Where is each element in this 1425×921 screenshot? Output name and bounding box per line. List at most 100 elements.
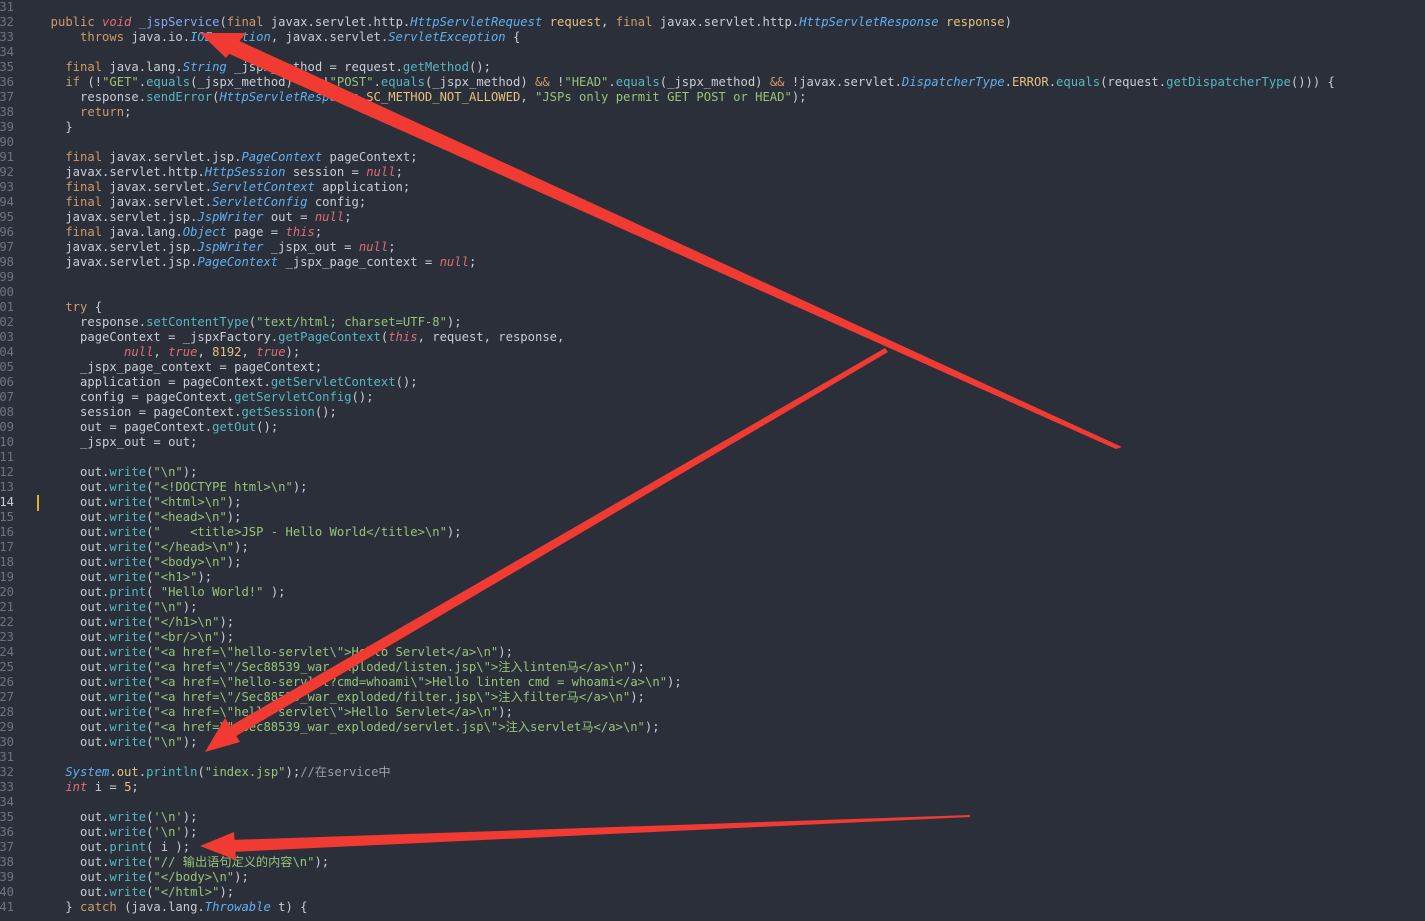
code-line[interactable]: 20 out.print( "Hello World!" ); [0, 585, 1425, 600]
code-editor[interactable]: 31 32 public void _jspService(final javax… [0, 0, 1425, 921]
code-token: javax.servlet.http. [659, 15, 800, 29]
code-line[interactable]: 35 out.write('\n'); [0, 810, 1425, 825]
code-token: out. [36, 675, 110, 689]
code-line[interactable]: 38 out.write("// 输出语句定义的内容\n"); [0, 855, 1425, 870]
code-line[interactable]: 19 out.write("<h1>"); [0, 570, 1425, 585]
code-text: int i = 5; [36, 780, 138, 795]
code-token: HttpServletResponse [219, 90, 359, 104]
code-line[interactable]: 15 out.write("<head>\n"); [0, 510, 1425, 525]
code-line[interactable]: 96 final java.lang.Object page = this; [0, 225, 1425, 240]
code-token: java.io. [131, 30, 191, 44]
code-line[interactable]: 36 out.write('\n'); [0, 825, 1425, 840]
code-line[interactable]: 38 return; [0, 105, 1425, 120]
code-line[interactable]: 13 out.write("<!DOCTYPE html>\n"); [0, 480, 1425, 495]
code-line[interactable]: 17 out.write("</head>\n"); [0, 540, 1425, 555]
code-token: write [109, 615, 147, 629]
code-line[interactable]: 07 config = pageContext.getServletConfig… [0, 390, 1425, 405]
code-line[interactable]: 97 javax.servlet.jsp.JspWriter _jspx_out… [0, 240, 1425, 255]
code-token: this [388, 330, 418, 344]
code-line[interactable]: 92 javax.servlet.http.HttpSession sessio… [0, 165, 1425, 180]
code-line[interactable]: 93 final javax.servlet.ServletContext ap… [0, 180, 1425, 195]
code-line[interactable]: 11 [0, 450, 1425, 465]
code-token: ); [226, 555, 242, 569]
code-line[interactable]: 31 [0, 0, 1425, 15]
code-line[interactable]: 29 out.write("<a href=\"/Sec88539_war_ex… [0, 720, 1425, 735]
code-token: "<br/>\n" [153, 630, 220, 644]
code-line[interactable]: 37 response.sendError(HttpServletRespons… [0, 90, 1425, 105]
code-line[interactable]: 10 _jspx_out = out; [0, 435, 1425, 450]
line-number: 34 [0, 795, 14, 809]
code-line[interactable]: 40 out.write("</html>"); [0, 885, 1425, 900]
code-line[interactable]: 01 try { [0, 300, 1425, 315]
code-token: write [109, 510, 147, 524]
code-token: null [366, 165, 396, 179]
code-token: "<html>\n" [153, 495, 227, 509]
code-line[interactable]: 99 [0, 270, 1425, 285]
code-line[interactable]: 95 javax.servlet.jsp.JspWriter out = nul… [0, 210, 1425, 225]
code-line[interactable]: 31 [0, 750, 1425, 765]
code-line[interactable]: 25 out.write("<a href=\"/Sec88539_war_ex… [0, 660, 1425, 675]
code-line[interactable]: 18 out.write("<body>\n"); [0, 555, 1425, 570]
code-token: "<body>\n" [153, 555, 227, 569]
code-line[interactable]: 06 application = pageContext.getServletC… [0, 375, 1425, 390]
code-line[interactable]: 27 out.write("<a href=\"/Sec88539_war_ex… [0, 690, 1425, 705]
code-token: "<a href=\"hello-servlet?cmd=whoami\">He… [153, 675, 668, 689]
line-number: 14 [0, 495, 14, 509]
code-line[interactable]: 32 public void _jspService(final javax.s… [0, 15, 1425, 30]
code-line[interactable]: 14 out.write("<html>\n"); [0, 495, 1425, 510]
code-line[interactable]: 12 out.write("\n"); [0, 465, 1425, 480]
code-line[interactable]: 39 } [0, 120, 1425, 135]
code-line[interactable]: 35 final java.lang.String _jspx_method =… [0, 60, 1425, 75]
code-text: final java.lang.Object page = this; [36, 225, 322, 240]
code-line[interactable]: 09 out = pageContext.getOut(); [0, 420, 1425, 435]
code-line[interactable]: 04 null, true, 8192, true); [0, 345, 1425, 360]
code-line[interactable]: 03 pageContext = _jspxFactory.getPageCon… [0, 330, 1425, 345]
code-token: ); [182, 810, 198, 824]
code-line[interactable]: 02 response.setContentType("text/html; c… [0, 315, 1425, 330]
code-line[interactable]: 37 out.print( i ); [0, 840, 1425, 855]
code-text: out.write('\n'); [36, 810, 197, 825]
code-line[interactable]: 30 out.write("\n"); [0, 735, 1425, 750]
code-text: out.write("</head>\n"); [36, 540, 249, 555]
code-token: equals [380, 75, 425, 89]
code-line[interactable]: 26 out.write("<a href=\"hello-servlet?cm… [0, 675, 1425, 690]
code-line[interactable]: 16 out.write(" <title>JSP - Hello World<… [0, 525, 1425, 540]
code-token: . [138, 765, 147, 779]
code-token: ); [644, 720, 660, 734]
code-line[interactable]: 33 throws java.io.IOException, javax.ser… [0, 30, 1425, 45]
code-token: getDispatcherType [1166, 75, 1291, 89]
code-token: out. [36, 825, 110, 839]
line-number: 96 [0, 225, 14, 239]
code-line[interactable]: 21 out.write("\n"); [0, 600, 1425, 615]
code-token: String [182, 60, 235, 74]
code-line[interactable]: 08 session = pageContext.getSession(); [0, 405, 1425, 420]
code-text: response.setContentType("text/html; char… [36, 315, 462, 330]
code-token: out. [36, 465, 110, 479]
code-line[interactable]: 28 out.write("<a href=\"hello-servlet\">… [0, 705, 1425, 720]
code-line[interactable]: 34 [0, 45, 1425, 60]
code-token: getServletConfig [234, 390, 352, 404]
code-line[interactable]: 05 _jspx_page_context = pageContext; [0, 360, 1425, 375]
code-line[interactable]: 94 final javax.servlet.ServletConfig con… [0, 195, 1425, 210]
code-line[interactable]: 41 } catch (java.lang.Throwable t) { [0, 900, 1425, 915]
code-line[interactable]: 91 final javax.servlet.jsp.PageContext p… [0, 150, 1425, 165]
code-line[interactable]: 39 out.write("</body>\n"); [0, 870, 1425, 885]
code-token: . [1048, 75, 1057, 89]
line-number: 35 [0, 810, 14, 824]
code-line[interactable]: 00 [0, 285, 1425, 300]
code-line[interactable]: 98 javax.servlet.jsp.PageContext _jspx_p… [0, 255, 1425, 270]
code-line[interactable]: 24 out.write("<a href=\"hello-servlet\">… [0, 645, 1425, 660]
code-line[interactable]: 34 [0, 795, 1425, 810]
code-line[interactable]: 22 out.write("</h1>\n"); [0, 615, 1425, 630]
line-number: 37 [0, 90, 14, 104]
code-line[interactable]: 36 if (!"GET".equals(_jspx_method) && !"… [0, 75, 1425, 90]
code-token: out. [36, 870, 110, 884]
line-number: 39 [0, 120, 14, 134]
code-line[interactable]: 23 out.write("<br/>\n"); [0, 630, 1425, 645]
code-token: javax.servlet.http. [270, 15, 411, 29]
code-text: out.write("\n"); [36, 465, 197, 480]
code-line[interactable]: 33 int i = 5; [0, 780, 1425, 795]
code-token: write [109, 480, 147, 494]
code-line[interactable]: 90 [0, 135, 1425, 150]
code-line[interactable]: 32 System.out.println("index.jsp");//在se… [0, 765, 1425, 780]
